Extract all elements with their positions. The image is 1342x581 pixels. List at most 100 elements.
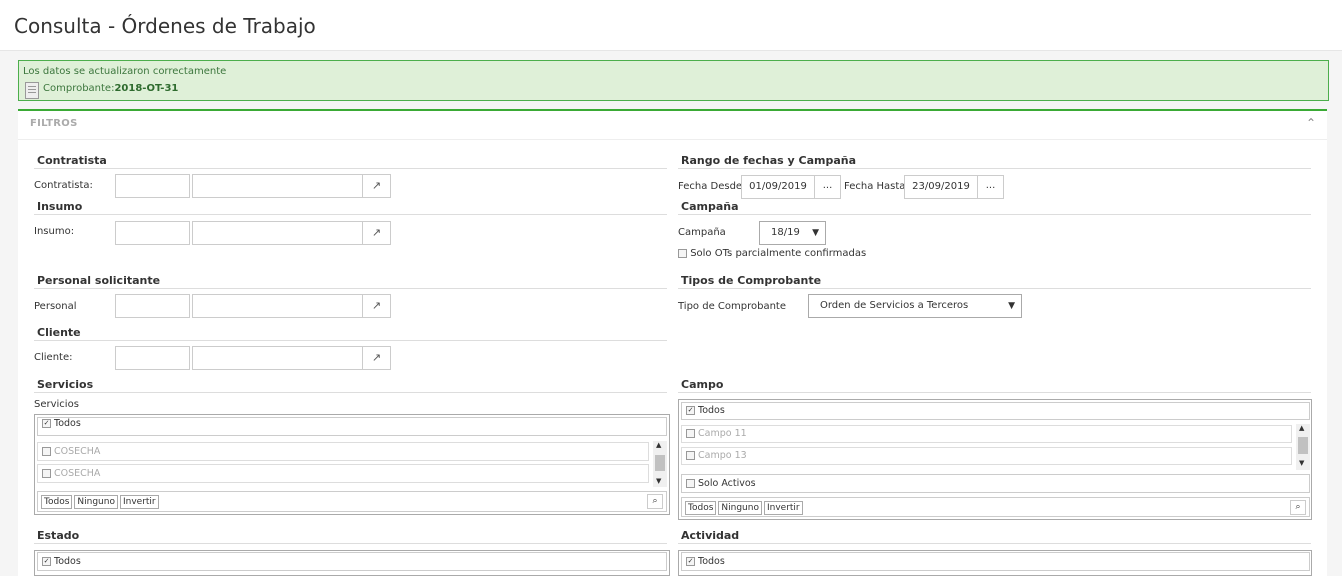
section-title-tipos: Tipos de Comprobante (681, 274, 822, 287)
insumo-name-input[interactable] (192, 221, 363, 245)
invert-selection-button[interactable]: Invertir (763, 501, 803, 515)
section-title-fechas: Rango de fechas y Campaña (681, 154, 857, 167)
fecha-desde-input[interactable]: 01/09/2019 (741, 175, 815, 199)
section-divider (34, 168, 667, 169)
section-title-insumo: Insumo (37, 200, 83, 213)
caret-down-icon: ▼ (812, 228, 819, 238)
campana-label: Campaña (678, 227, 726, 238)
caret-down-icon: ▼ (1008, 301, 1015, 311)
select-none-button[interactable]: Ninguno (718, 501, 762, 515)
invert-selection-button[interactable]: Invertir (119, 495, 159, 509)
campo-actions-bar: Todos Ninguno Invertir (681, 497, 1310, 517)
list-item[interactable]: COSECHA (37, 464, 649, 483)
select-all-button[interactable]: Todos (41, 495, 73, 509)
chevron-up-icon[interactable]: ⌃ (1306, 116, 1316, 130)
comprobante-value[interactable]: 2018-OT-31 (114, 83, 178, 94)
contratista-code-input[interactable] (115, 174, 190, 198)
cliente-name-input[interactable] (192, 346, 363, 370)
external-link-icon[interactable]: ↗ (362, 346, 391, 370)
checkbox-icon[interactable] (678, 248, 687, 258)
scroll-up-icon[interactable]: ▲ (1299, 424, 1304, 432)
section-divider (34, 392, 667, 393)
list-item-label: COSECHA (54, 446, 101, 457)
fecha-desde-picker-button[interactable]: ... (814, 175, 841, 199)
personal-code-input[interactable] (115, 294, 190, 318)
section-divider (678, 214, 1311, 215)
solo-ots-checkbox-row[interactable]: Solo OTs parcialmente confirmadas (678, 248, 866, 259)
campo-scrollbar[interactable]: ▲ ▼ (1296, 424, 1310, 470)
campo-all-option[interactable]: ✓ Todos (681, 402, 1310, 420)
tipo-comprobante-value: Orden de Servicios a Terceros (820, 300, 969, 311)
checkbox-icon[interactable] (42, 469, 51, 478)
external-link-icon[interactable]: ↗ (362, 174, 391, 198)
insumo-code-input[interactable] (115, 221, 190, 245)
section-divider (678, 543, 1311, 544)
servicios-scrollbar[interactable]: ▲ ▼ (653, 441, 667, 487)
solo-ots-label: Solo OTs parcialmente confirmadas (690, 248, 867, 259)
section-title-estado: Estado (37, 529, 80, 542)
fecha-hasta-label: Fecha Hasta (844, 181, 906, 192)
checkbox-icon[interactable] (42, 447, 51, 456)
section-divider (34, 214, 667, 215)
contratista-label: Contratista: (34, 180, 93, 191)
solo-activos-label: Solo Activos (698, 478, 756, 489)
servicios-all-label: Todos (54, 418, 81, 429)
list-item[interactable]: Campo 11 (681, 425, 1292, 443)
section-divider (34, 543, 667, 544)
campana-select[interactable]: 18/19 ▼ (759, 221, 826, 245)
actividad-all-option[interactable]: ✓ Todos (681, 552, 1310, 571)
section-title-contratista: Contratista (37, 154, 107, 167)
section-divider (678, 288, 1311, 289)
select-all-button[interactable]: Todos (685, 501, 717, 515)
fecha-hasta-picker-button[interactable]: ... (977, 175, 1004, 199)
list-item[interactable]: Campo 13 (681, 447, 1292, 465)
checkbox-icon[interactable] (686, 479, 695, 488)
section-title-personal: Personal solicitante (37, 274, 161, 287)
tipo-comprobante-select[interactable]: Orden de Servicios a Terceros ▼ (808, 294, 1022, 318)
solo-activos-option[interactable]: Solo Activos (681, 474, 1310, 493)
servicios-label: Servicios (34, 399, 79, 410)
list-item[interactable]: COSECHA (37, 442, 649, 461)
section-divider (678, 392, 1311, 393)
checked-checkbox-icon[interactable]: ✓ (686, 557, 695, 566)
filters-panel-header[interactable] (18, 111, 1327, 140)
checkbox-icon[interactable] (686, 429, 695, 438)
cliente-code-input[interactable] (115, 346, 190, 370)
scroll-thumb[interactable] (1298, 437, 1308, 454)
list-item-label: COSECHA (54, 468, 101, 479)
servicios-actions-bar: Todos Ninguno Invertir (37, 491, 667, 512)
list-item-label: Campo 13 (698, 450, 747, 461)
search-icon[interactable]: ⌕ (1290, 500, 1306, 515)
checked-checkbox-icon[interactable]: ✓ (686, 406, 695, 415)
contratista-name-input[interactable] (192, 174, 363, 198)
checkbox-icon[interactable] (686, 451, 695, 460)
scroll-down-icon[interactable]: ▼ (1299, 459, 1304, 467)
success-alert: Los datos se actualizaron correctamente … (18, 60, 1329, 101)
personal-name-input[interactable] (192, 294, 363, 318)
servicios-all-option[interactable]: ✓ Todos (37, 417, 667, 436)
checked-checkbox-icon[interactable]: ✓ (42, 419, 51, 428)
section-divider (34, 288, 667, 289)
estado-all-label: Todos (54, 556, 81, 567)
search-icon[interactable]: ⌕ (647, 494, 663, 509)
campo-all-label: Todos (698, 405, 725, 416)
personal-label: Personal (34, 301, 77, 312)
checked-checkbox-icon[interactable]: ✓ (42, 557, 51, 566)
section-divider (34, 340, 667, 341)
select-none-button[interactable]: Ninguno (74, 495, 118, 509)
actividad-all-label: Todos (698, 556, 725, 567)
section-title-servicios: Servicios (37, 378, 94, 391)
external-link-icon[interactable]: ↗ (362, 221, 391, 245)
page-title: Consulta - Órdenes de Trabajo (14, 14, 316, 38)
section-title-campana: Campaña (681, 200, 739, 213)
scroll-up-icon[interactable]: ▲ (656, 441, 661, 449)
alert-comprobante[interactable]: Comprobante:2018-OT-31 (43, 83, 178, 94)
scroll-thumb[interactable] (655, 455, 665, 471)
section-divider (678, 168, 1311, 169)
fecha-desde-label: Fecha Desde (678, 181, 743, 192)
external-link-icon[interactable]: ↗ (362, 294, 391, 318)
scroll-down-icon[interactable]: ▼ (656, 477, 661, 485)
estado-all-option[interactable]: ✓ Todos (37, 552, 667, 571)
alert-message: Los datos se actualizaron correctamente (23, 66, 227, 77)
fecha-hasta-input[interactable]: 23/09/2019 (904, 175, 978, 199)
